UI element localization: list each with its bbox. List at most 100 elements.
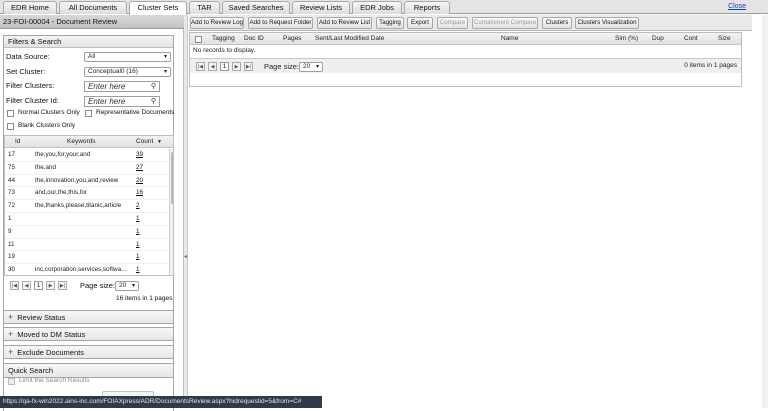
row-count-link[interactable]: 1 [136,239,140,252]
tab-tar[interactable]: TAR [189,1,220,14]
row-keywords: and,our,the,this,for [35,189,88,197]
row-count-link[interactable]: 1 [136,213,140,226]
next-page-button[interactable]: ▶ [46,281,55,290]
keyword-row[interactable]: 19 1 [5,251,168,265]
last-page-button[interactable]: ▶| [244,62,253,71]
add-to-request-folder-button[interactable]: Add to Request Folder [248,17,313,29]
column-tagging[interactable]: Tagging [212,33,235,45]
keyword-row[interactable]: 11 [5,213,168,226]
row-count-link[interactable]: 20 [136,175,143,188]
clusters-button[interactable]: Clusters [542,17,572,29]
review-status-section[interactable]: + Review Status [3,310,174,324]
blank-clusters-label: Blank Clusters Only [18,122,76,129]
quick-search-section[interactable]: Quick Search [3,363,174,378]
page-size-select[interactable]: 20 ▾ [299,62,323,72]
column-pages[interactable]: Pages [283,33,301,45]
current-page[interactable]: 1 [34,281,43,290]
set-cluster-select[interactable]: Conceptual0 (16) ▾ [84,67,171,77]
window-scrollbar[interactable] [762,15,768,408]
select-all-checkbox[interactable] [195,36,202,43]
next-page-button[interactable]: ▶ [232,62,241,71]
blank-clusters-checkbox[interactable] [7,123,14,130]
filter-clusters-input[interactable]: Enter here ⚲ [84,81,160,92]
tab-review-lists[interactable]: Review Lists [292,1,350,14]
page-size-value: 20 [303,63,311,70]
row-keywords: the,you,for,your,and [35,151,91,158]
row-count-link[interactable]: 1 [136,264,140,275]
row-count-link[interactable]: 39 [136,149,143,162]
status-url-bar: https://qa-fx-win2022.ains-inc.com/FOIAX… [0,396,322,408]
collapse-arrow-icon[interactable]: ◂ [184,253,187,260]
filter-cluster-id-input[interactable]: Enter here ⚲ [84,96,160,107]
first-page-button[interactable]: |◀ [10,281,19,290]
row-count-link[interactable]: 1 [136,251,140,264]
row-count-link[interactable]: 27 [136,162,143,175]
close-link[interactable]: Close [728,3,746,10]
tab-all-documents[interactable]: All Documents [59,1,127,14]
panel-splitter[interactable]: ◂ [184,15,188,408]
tagging-button[interactable]: Tagging [376,17,404,29]
moved-to-dm-section[interactable]: + Moved to DM Status [3,327,174,341]
filters-title: Filters & Search [4,36,173,48]
column-sent-modified[interactable]: Sent/Last Modified Date [315,33,384,45]
exclude-documents-label: Exclude Documents [17,348,84,357]
tab-reports[interactable]: Reports [404,1,450,14]
column-count[interactable]: Count [136,136,153,148]
keyword-row[interactable]: 30 inc,corporation,services,softwa... 1 [5,264,168,275]
filter-cluster-id-placeholder: Enter here [88,97,126,106]
add-to-review-list-button[interactable]: Add to Review List [317,17,372,29]
tab-edr-jobs[interactable]: EDR Jobs [352,1,402,14]
filter-cluster-id-label: Filter Cluster Id: [6,96,59,105]
keyword-row[interactable]: 44 the,innovation,you,and,review 20 [5,175,168,188]
tab-cluster-sets[interactable]: Cluster Sets [129,1,187,15]
column-doc-id[interactable]: Doc ID [244,33,264,45]
normal-clusters-checkbox[interactable] [7,110,14,117]
documents-grid-header: Tagging Doc ID Pages Sent/Last Modified … [190,33,741,45]
set-cluster-label: Set Cluster: [6,67,46,76]
column-dup[interactable]: Dup [652,33,664,45]
column-cont[interactable]: Cont [684,33,698,45]
column-sim[interactable]: Sim (%) [615,33,638,45]
search-icon[interactable]: ⚲ [151,97,156,106]
column-id[interactable]: Id [15,136,20,148]
page-size-value: 20 [119,282,127,289]
keyword-grid-scrollbar[interactable] [169,149,173,275]
data-source-label: Data Source: [6,52,50,61]
add-to-review-log-button[interactable]: Add to Review Log [190,17,244,29]
filter-clusters-label: Filter Clusters: [6,81,55,90]
prev-page-button[interactable]: ◀ [208,62,217,71]
data-source-select[interactable]: All ▾ [84,52,171,62]
compare-button[interactable]: Compare [437,17,468,29]
keyword-row[interactable]: 11 1 [5,239,168,252]
page-size-label: Page size: [264,62,300,71]
keyword-row[interactable]: 73 and,our,the,this,for 16 [5,187,168,201]
keyword-row[interactable]: 17 the,you,for,your,and 39 [5,149,168,162]
column-size[interactable]: Size [718,33,731,45]
row-id: 11 [8,240,15,248]
last-page-button[interactable]: ▶| [58,281,67,290]
filter-clusters-placeholder: Enter here [88,82,126,91]
page-size-select[interactable]: 20 ▾ [115,281,139,291]
keyword-row[interactable]: 72 the,thanks,please,titanic,article 2 [5,200,168,213]
clusters-visualization-button[interactable]: Clusters Visualization [575,17,639,29]
exclude-documents-section[interactable]: + Exclude Documents [3,345,174,359]
prev-page-button[interactable]: ◀ [22,281,31,290]
keyword-row[interactable]: 91 [5,226,168,239]
tab-saved-searches[interactable]: Saved Searches [222,1,290,14]
representative-documents-checkbox[interactable] [85,110,92,117]
column-name[interactable]: Name [501,33,518,45]
search-icon[interactable]: ⚲ [151,82,156,91]
row-count-link[interactable]: 1 [136,226,140,239]
sort-down-icon[interactable]: ▼ [157,136,162,148]
column-keywords[interactable]: Keywords [67,136,96,148]
current-page[interactable]: 1 [220,62,229,71]
limit-search-checkbox[interactable] [8,378,15,385]
row-count-link[interactable]: 16 [136,187,143,200]
row-count-link[interactable]: 2 [136,200,140,213]
export-button[interactable]: Export [407,17,433,29]
keyword-row[interactable]: 75 the,and 27 [5,162,168,175]
first-page-button[interactable]: |◀ [196,62,205,71]
containment-compare-button[interactable]: Containment Compare [472,17,538,29]
scrollbar-thumb[interactable] [171,152,173,204]
tab-edr-home[interactable]: EDR Home [3,1,57,14]
